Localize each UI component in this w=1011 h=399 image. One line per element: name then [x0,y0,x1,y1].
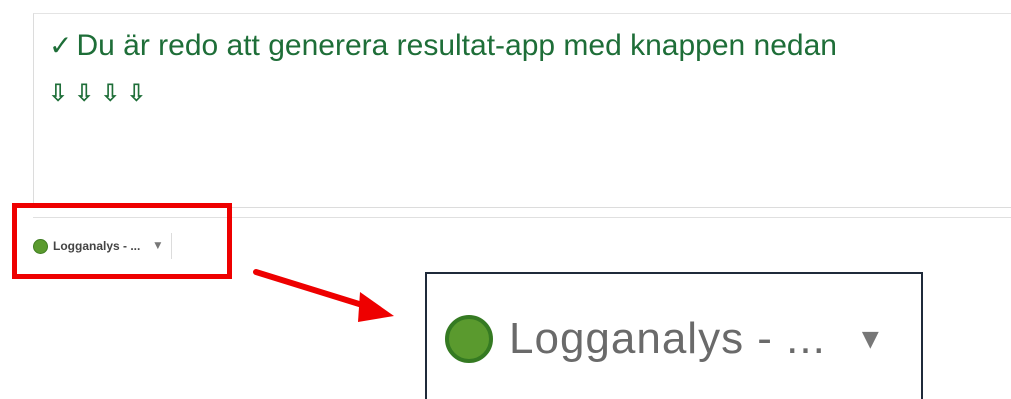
zoom-panel: Logganalys - ... ▼ [425,272,923,399]
annotated-screenshot: ✓ Du är redo att generera resultat-app me… [0,0,1011,399]
check-icon: ✓ [49,29,73,62]
arrow-down-icon: ⇩ [100,79,121,107]
down-arrows: ⇩ ⇩ ⇩ ⇩ [48,78,146,108]
zoomed-status-label: Logganalys - ... [509,314,826,363]
highlight-box [12,203,232,279]
pointer-arrow [253,269,394,322]
ready-message: ✓ Du är redo att generera resultat-app me… [49,28,837,64]
caret-down-icon: ▼ [861,326,879,352]
ready-message-text: Du är redo att generera resultat-app med… [76,29,837,62]
arrow-down-icon: ⇩ [48,79,69,107]
arrow-down-icon: ⇩ [74,79,95,107]
status-dot-icon [445,315,493,363]
arrow-down-icon: ⇩ [126,79,147,107]
zoomed-status-dropdown: Logganalys - ... ▼ [445,314,879,364]
message-panel: ✓ Du är redo att generera resultat-app me… [33,13,1011,208]
